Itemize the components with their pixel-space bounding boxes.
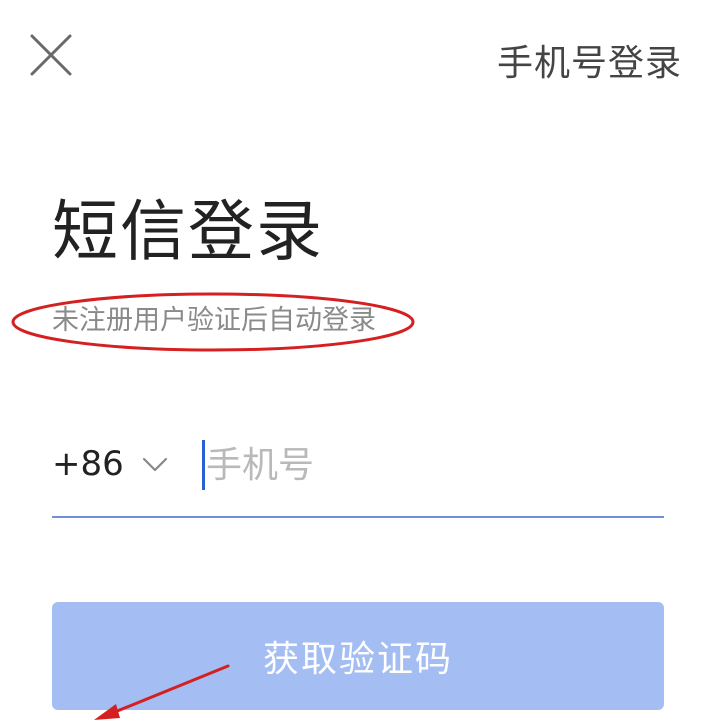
phone-number-input[interactable]: [202, 436, 646, 494]
country-code: +86: [52, 444, 124, 484]
phone-login-link[interactable]: 手机号登录: [497, 34, 682, 86]
page-title: 短信登录: [52, 193, 324, 270]
phone-field-row: +86: [52, 430, 664, 518]
chevron-down-icon: [142, 457, 167, 472]
sms-login-screen: 手机号登录 短信登录 未注册用户验证后自动登录 +86 获取验证码: [0, 0, 720, 720]
login-hint: 未注册用户验证后自动登录: [52, 305, 376, 336]
annotation-arrow: [94, 664, 230, 720]
country-code-selector[interactable]: +86: [52, 444, 168, 484]
close-icon: [30, 34, 72, 76]
close-button[interactable]: [28, 32, 74, 78]
